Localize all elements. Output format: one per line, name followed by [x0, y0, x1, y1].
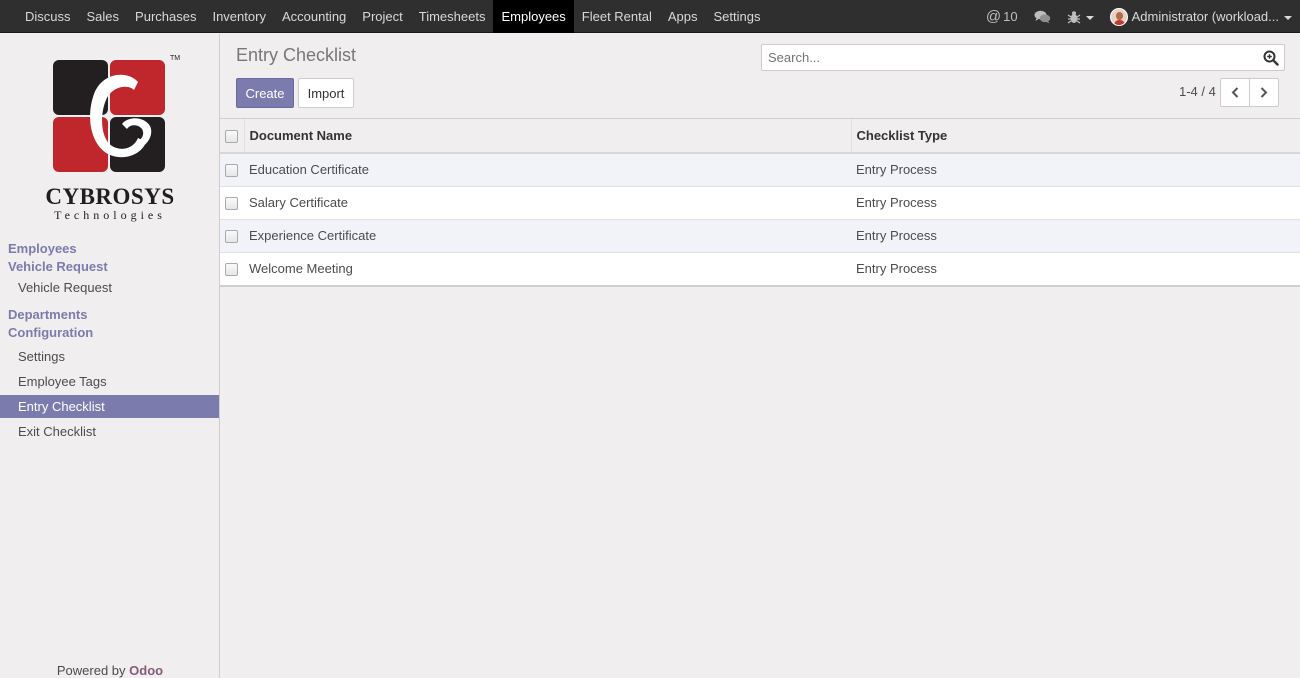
mentions-button[interactable]: @ 10 [986, 8, 1018, 25]
create-button[interactable]: Create [236, 78, 294, 108]
chevron-down-icon [1085, 15, 1094, 20]
cell-document-name[interactable]: Salary Certificate [244, 186, 851, 219]
menu-timesheets[interactable]: Timesheets [411, 0, 494, 33]
logo-subtitle: Technologies [54, 208, 166, 222]
search-bar [761, 44, 1285, 71]
row-select-cell [220, 219, 244, 252]
cell-document-name[interactable]: Experience Certificate [244, 219, 851, 252]
chat-icon [1034, 10, 1050, 23]
sidebar-item-entry-checklist[interactable]: Entry Checklist [0, 395, 219, 418]
search-input[interactable] [762, 45, 1252, 70]
avatar [1109, 7, 1128, 26]
page-title: Entry Checklist [236, 45, 357, 65]
table-row[interactable]: Education Certificate Entry Process [220, 153, 1300, 186]
table-row[interactable]: Salary Certificate Entry Process [220, 186, 1300, 219]
user-menu[interactable]: Administrator (workload... [1109, 7, 1292, 26]
cell-checklist-type[interactable]: Entry Process [851, 252, 1300, 285]
row-select-cell [220, 186, 244, 219]
messaging-button[interactable] [1034, 10, 1051, 24]
menu-project[interactable]: Project [354, 0, 410, 33]
search-icon[interactable] [1263, 50, 1279, 66]
column-document-name[interactable]: Document Name [244, 119, 852, 153]
chevron-right-icon [1260, 87, 1268, 98]
cell-checklist-type[interactable]: Entry Process [851, 219, 1300, 252]
menu-purchases[interactable]: Purchases [127, 0, 204, 33]
top-navbar: Discuss Sales Purchases Inventory Accoun… [0, 0, 1300, 33]
sidebar: TM CYBROSYS Technologies Employees Vehic… [0, 34, 220, 678]
list-view: Document Name Checklist Type Education C… [220, 118, 1300, 287]
menu-discuss[interactable]: Discuss [17, 0, 79, 33]
sidebar-nav: Employees Vehicle Request Vehicle Reques… [0, 240, 219, 443]
row-select-cell [220, 252, 244, 285]
row-checkbox[interactable] [225, 230, 238, 244]
menu-sales[interactable]: Sales [79, 0, 128, 33]
menu-apps[interactable]: Apps [660, 0, 706, 33]
main-menu: Discuss Sales Purchases Inventory Accoun… [17, 0, 769, 33]
chevron-left-icon [1231, 87, 1239, 98]
row-checkbox[interactable] [225, 164, 238, 178]
entry-checklist-table: Document Name Checklist Type Education C… [220, 119, 1300, 285]
table-header-row: Document Name Checklist Type [220, 119, 1300, 153]
systray: @ 10 Administrator (workload... [970, 0, 1292, 33]
cell-checklist-type[interactable]: Entry Process [851, 186, 1300, 219]
sidebar-item-vehicle-request[interactable]: Vehicle Request [0, 276, 219, 299]
table-row[interactable]: Welcome Meeting Entry Process [220, 252, 1300, 285]
import-button[interactable]: Import [298, 78, 354, 108]
sidebar-item-settings[interactable]: Settings [0, 345, 219, 368]
select-all-checkbox[interactable] [225, 130, 238, 144]
menu-settings[interactable]: Settings [706, 0, 769, 33]
row-checkbox[interactable] [225, 263, 238, 277]
mentions-count: 10 [1003, 9, 1018, 24]
powered-by-label: Powered by [56, 663, 126, 678]
pager-previous-button[interactable] [1220, 78, 1250, 107]
powered-by: Powered by Odoo [0, 663, 220, 678]
cell-document-name[interactable]: Education Certificate [244, 153, 851, 186]
at-icon: @ [985, 8, 1002, 25]
row-select-cell [220, 153, 244, 186]
column-checklist-type[interactable]: Checklist Type [851, 119, 1300, 153]
chevron-down-icon [1284, 15, 1292, 20]
sidebar-heading-departments[interactable]: Departments [0, 306, 219, 324]
menu-employees[interactable]: Employees [493, 0, 574, 33]
select-all-cell [220, 119, 245, 153]
sidebar-heading-configuration[interactable]: Configuration [0, 324, 219, 342]
sidebar-item-exit-checklist[interactable]: Exit Checklist [0, 420, 219, 443]
logo-text: CYBROSYS [45, 184, 175, 209]
cell-document-name[interactable]: Welcome Meeting [244, 252, 851, 285]
logo-trademark: TM [170, 55, 180, 62]
pager-value[interactable]: 1-4 / 4 [1179, 84, 1216, 99]
menu-accounting[interactable]: Accounting [274, 0, 354, 33]
sidebar-heading-vehicle-request[interactable]: Vehicle Request [0, 258, 219, 276]
debug-menu-button[interactable] [1067, 10, 1094, 24]
row-checkbox[interactable] [225, 197, 238, 211]
bug-icon [1067, 10, 1080, 24]
menu-fleet-rental[interactable]: Fleet Rental [574, 0, 660, 33]
table-row[interactable]: Experience Certificate Entry Process [220, 219, 1300, 252]
odoo-link[interactable]: Odoo [129, 663, 163, 678]
user-name: Administrator (workload... [1131, 9, 1279, 24]
sidebar-item-employee-tags[interactable]: Employee Tags [0, 370, 219, 393]
sidebar-heading-employees[interactable]: Employees [0, 240, 219, 258]
menu-inventory[interactable]: Inventory [204, 0, 273, 33]
cell-checklist-type[interactable]: Entry Process [851, 153, 1300, 186]
pager-next-button[interactable] [1249, 78, 1279, 107]
